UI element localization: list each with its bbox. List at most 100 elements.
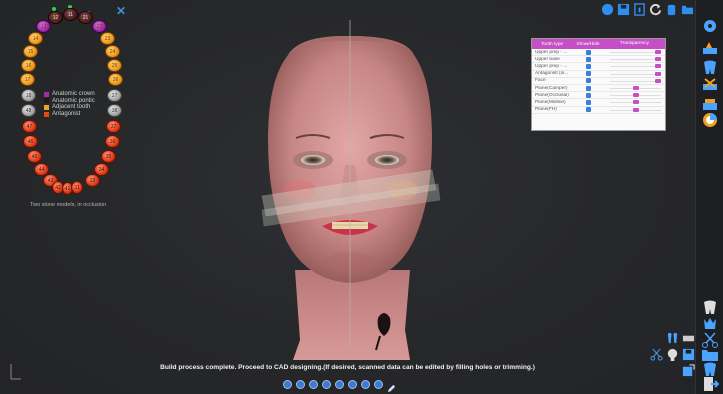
row-label: Face (535, 78, 546, 84)
view-left-button[interactable] (309, 380, 318, 389)
transparency-slider[interactable] (604, 99, 665, 105)
ruler-icon[interactable] (682, 332, 695, 345)
tooth-lower[interactable]: 48 (21, 104, 36, 117)
right-toolbar (695, 0, 723, 394)
3d-viewport[interactable]: ✕ 12 11 21 13 22 14 23 15 24 16 25 17 26… (0, 0, 695, 394)
tooth-upper[interactable]: 12 (48, 11, 63, 24)
tooth-upper[interactable]: 11 (63, 8, 78, 21)
globe-icon[interactable] (601, 3, 614, 16)
tooth-upper[interactable]: 22 (92, 20, 107, 33)
tooth-upper[interactable]: 24 (105, 45, 120, 58)
show-hide-checkbox[interactable] (585, 107, 591, 113)
slider-knob[interactable] (632, 93, 639, 98)
tooth-lower[interactable]: 45 (27, 150, 42, 163)
slider-knob[interactable] (655, 78, 661, 83)
legend-swatch (44, 111, 49, 117)
view-back-button[interactable] (296, 380, 305, 389)
slider-knob[interactable] (655, 50, 661, 54)
head-icon[interactable] (666, 348, 679, 361)
row-label: Plane(FH) (535, 107, 557, 113)
chart-legend: Anatomic crown Anatomic pontic Adjacent … (44, 91, 95, 117)
tooth-upper[interactable]: 14 (28, 32, 43, 45)
tooth-upper[interactable]: 23 (100, 32, 115, 45)
show-hide-checkbox[interactable] (585, 63, 591, 69)
tooth-upper[interactable]: 17 (20, 73, 35, 86)
tooth-lower[interactable]: 47 (22, 120, 37, 133)
view-bottom-button[interactable] (348, 380, 357, 389)
tooth-upper[interactable]: 16 (21, 59, 36, 72)
show-hide-checkbox[interactable] (585, 92, 591, 98)
legend-label: Anatomic crown (52, 91, 95, 97)
settings-icon[interactable] (700, 16, 720, 36)
transparency-slider[interactable] (604, 56, 665, 62)
tooth-upper[interactable]: 26 (108, 73, 123, 86)
model-base-icon[interactable] (700, 38, 720, 58)
slider-knob[interactable] (655, 71, 661, 76)
show-hide-checkbox[interactable] (585, 99, 591, 105)
row-label: Upper prep - ... (535, 63, 568, 69)
save-icon[interactable] (617, 3, 630, 16)
show-hide-checkbox[interactable] (585, 49, 591, 55)
tooth-upper[interactable]: 21 (78, 11, 93, 24)
visibility-row: Plane(FH) (532, 107, 665, 114)
tooth-lower[interactable]: 31 (71, 181, 83, 194)
chart-caption: Two stone models, in occlusion (30, 202, 107, 208)
transparency-slider[interactable] (604, 71, 665, 77)
tooth-pair-icon[interactable] (666, 332, 679, 345)
view-fit-button[interactable] (361, 380, 370, 389)
tooth-lower[interactable]: 33 (85, 174, 100, 187)
show-hide-checkbox[interactable] (585, 85, 591, 91)
show-hide-checkbox[interactable] (585, 56, 591, 62)
hand-icon[interactable] (665, 3, 678, 16)
transparency-slider[interactable] (604, 49, 665, 55)
top-toolbar (601, 3, 694, 16)
refresh-icon[interactable] (649, 3, 662, 16)
transparency-slider[interactable] (604, 63, 665, 69)
export-icon[interactable] (682, 364, 695, 377)
pen-icon[interactable] (387, 380, 396, 393)
show-hide-checkbox[interactable] (585, 71, 591, 77)
info-icon[interactable] (633, 3, 646, 16)
visibility-row: Plane(Occlusal) (532, 92, 665, 100)
legend-swatch (44, 104, 49, 110)
view-top-button[interactable] (335, 380, 344, 389)
visibility-row: Plane(Midline) (532, 99, 665, 107)
folder-icon[interactable] (681, 3, 694, 16)
slider-knob[interactable] (632, 107, 639, 112)
tooth-upper[interactable]: 13 (36, 20, 51, 33)
tooth-lower[interactable]: 36 (105, 135, 120, 148)
save-model-icon[interactable] (682, 348, 695, 361)
axis-indicator-icon (10, 364, 21, 380)
transparency-slider[interactable] (604, 85, 665, 91)
tool-cluster (646, 330, 696, 390)
scissors-icon[interactable] (650, 348, 663, 361)
legend-item: Antagonist (44, 111, 95, 118)
view-reset-button[interactable] (374, 380, 383, 389)
transparency-slider[interactable] (604, 78, 665, 84)
tooth-upper[interactable]: 27 (107, 89, 122, 102)
transparency-slider[interactable] (604, 92, 665, 98)
legend-item: Anatomic crown (44, 91, 95, 98)
tooth-upper[interactable]: 15 (23, 45, 38, 58)
slider-knob[interactable] (655, 57, 661, 62)
transparency-slider[interactable] (604, 107, 665, 113)
show-hide-checkbox[interactable] (585, 78, 591, 84)
view-right-button[interactable] (322, 380, 331, 389)
legend-item: Anatomic pontic (44, 98, 95, 105)
color-palette-icon[interactable] (700, 110, 720, 130)
tooth-upper[interactable]: 18 (21, 89, 36, 102)
tooth-lower[interactable]: 35 (101, 150, 116, 163)
tooth-lower[interactable]: 46 (23, 135, 38, 148)
slider-knob[interactable] (632, 85, 639, 90)
slider-knob[interactable] (632, 100, 639, 105)
exit-icon[interactable] (700, 374, 720, 394)
legend-swatch (44, 91, 49, 97)
tooth-upper[interactable]: 25 (107, 59, 122, 72)
slider-knob[interactable] (655, 64, 661, 69)
tooth-lower[interactable]: 37 (106, 120, 121, 133)
status-message: Build process complete. Proceed to CAD d… (160, 364, 535, 371)
trim-tool-icon[interactable] (700, 74, 720, 94)
tooth-lower[interactable]: 38 (107, 104, 122, 117)
view-front-button[interactable] (283, 380, 292, 389)
header-show-hide: Show/Hide (576, 41, 600, 47)
